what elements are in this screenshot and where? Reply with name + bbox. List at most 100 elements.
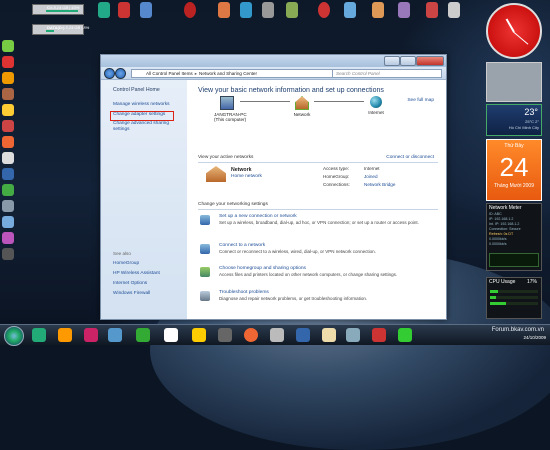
dock-icon[interactable] <box>372 2 384 18</box>
dock-icon[interactable] <box>448 2 460 18</box>
minimize-button[interactable] <box>384 56 400 66</box>
network-meter-title: Network Meter <box>489 205 522 211</box>
dock-icon[interactable] <box>2 168 14 180</box>
maximize-button[interactable] <box>400 56 416 66</box>
hp-wireless-link[interactable]: HP Wireless Assistant <box>113 271 160 276</box>
dock-icon[interactable] <box>426 2 438 18</box>
dock-icon[interactable] <box>2 216 14 228</box>
dock-icon[interactable] <box>318 2 330 18</box>
dock-icon[interactable] <box>2 136 14 148</box>
home-network-icon[interactable] <box>206 166 226 182</box>
dock-icon[interactable] <box>262 2 274 18</box>
dock-icon[interactable] <box>398 2 410 18</box>
taskbar-app-icon[interactable] <box>270 328 284 342</box>
dock-icon[interactable] <box>2 104 14 116</box>
dock-icon[interactable] <box>2 152 14 164</box>
page-title: View your basic network information and … <box>198 87 384 94</box>
close-button[interactable] <box>416 56 444 66</box>
taskbar-app-icon[interactable] <box>372 328 386 342</box>
task-title[interactable]: Choose homegroup and sharing options <box>219 266 306 271</box>
taskbar-app-icon[interactable] <box>136 328 150 342</box>
dock-icon[interactable] <box>184 2 196 18</box>
left-dock <box>2 40 16 310</box>
manage-wireless-link[interactable]: Manage wireless networks <box>113 102 170 107</box>
calendar-day: 24 <box>499 152 529 182</box>
taskbar-app-icon[interactable] <box>296 328 310 342</box>
dock-icon[interactable] <box>2 232 14 244</box>
breadcrumb-item[interactable]: Network and Sharing Center <box>199 71 257 76</box>
cpu-gadget[interactable]: CPU Usage 17% <box>486 277 542 319</box>
dock-icon[interactable] <box>2 248 14 260</box>
globe-icon <box>370 96 382 108</box>
task-title[interactable]: Set up a new connection or network <box>219 214 297 219</box>
window-titlebar[interactable] <box>101 55 446 67</box>
windows-firewall-link[interactable]: Windows Firewall <box>113 291 150 296</box>
divider <box>198 209 438 210</box>
dock-icon[interactable] <box>98 2 110 18</box>
map-node-label: Internet <box>368 110 384 115</box>
forward-button[interactable] <box>115 68 126 79</box>
taskbar-app-icon[interactable] <box>32 328 46 342</box>
taskbar-app-icon[interactable] <box>346 328 360 342</box>
taskbar-app-icon[interactable] <box>108 328 122 342</box>
change-adapter-link[interactable]: Change adapter settings <box>113 112 165 117</box>
dock-icon[interactable] <box>2 56 14 68</box>
task-homegroup[interactable]: Choose homegroup and sharing options Acc… <box>198 266 434 284</box>
task-title[interactable]: Connect to a network <box>219 243 265 248</box>
network-bridge-link[interactable]: Network Bridge <box>364 182 395 187</box>
dock-icon[interactable] <box>140 2 152 18</box>
drive-c-bar <box>46 10 78 12</box>
dock-icon[interactable] <box>2 40 14 52</box>
change-settings-heading: Change your networking settings <box>198 202 268 207</box>
dock-icon[interactable] <box>344 2 356 18</box>
task-troubleshoot[interactable]: Troubleshoot problems Diagnose and repai… <box>198 290 434 308</box>
drive-d-gauge[interactable]: DATA(D:) 5,24 GB | 8% <box>32 24 89 35</box>
breadcrumb-item[interactable]: All Control Panel Items <box>146 71 193 76</box>
map-node-computer: JANGTRAN-PC (This computer) <box>214 96 247 122</box>
calendar-weekday: Thứ Bảy <box>504 143 524 149</box>
network-name: Network <box>231 167 252 173</box>
search-input[interactable]: Search Control Panel <box>332 69 442 78</box>
drive-c-gauge[interactable]: C:\ 8,14 GB | 43% <box>32 4 84 15</box>
dock-icon[interactable] <box>286 2 298 18</box>
weather-gadget[interactable]: 23° 25°C 2° Hồ Chí Minh City <box>486 104 542 136</box>
homegroup-icon <box>200 267 210 277</box>
task-title[interactable]: Troubleshoot problems <box>219 290 269 295</box>
slideshow-gadget[interactable] <box>486 62 542 102</box>
taskbar-app-icon[interactable] <box>192 328 206 342</box>
task-connect-network[interactable]: Connect to a network Connect or reconnec… <box>198 243 434 261</box>
dock-icon[interactable] <box>2 120 14 132</box>
taskbar-app-icon[interactable] <box>244 328 258 342</box>
control-panel-home-link[interactable]: Control Panel Home <box>113 87 160 93</box>
start-button[interactable] <box>4 326 24 346</box>
access-type-row: Access type: Internet <box>323 166 380 171</box>
dock-icon[interactable] <box>2 88 14 100</box>
taskbar-app-icon[interactable] <box>58 328 72 342</box>
dock-icon[interactable] <box>218 2 230 18</box>
connect-disconnect-link[interactable]: Connect or disconnect <box>386 155 434 160</box>
homegroup-link[interactable]: HomeGroup <box>113 261 139 266</box>
taskbar-app-icon[interactable] <box>84 328 98 342</box>
dock-icon[interactable] <box>240 2 252 18</box>
dock-icon[interactable] <box>118 2 130 18</box>
dock-icon[interactable] <box>2 200 14 212</box>
clock-gadget[interactable] <box>486 3 542 59</box>
active-network-panel: Network Home network Access type: Interne… <box>198 162 434 192</box>
internet-options-link[interactable]: Internet Options <box>113 281 147 286</box>
home-network-icon <box>295 96 309 110</box>
calendar-gadget[interactable]: Thứ Bảy 24 Tháng Mười 2009 <box>486 139 542 201</box>
dock-icon[interactable] <box>2 184 14 196</box>
connect-icon <box>200 244 210 254</box>
dock-icon[interactable] <box>2 72 14 84</box>
homegroup-link[interactable]: Joined <box>364 174 378 179</box>
breadcrumb[interactable]: All Control Panel Items ▸ Network and Shar… <box>131 69 342 78</box>
taskbar-app-icon[interactable] <box>218 328 232 342</box>
back-button[interactable] <box>104 68 115 79</box>
network-type-link[interactable]: Home network <box>231 174 262 179</box>
taskbar-app-icon[interactable] <box>164 328 178 342</box>
network-meter-gadget[interactable]: Network Meter ID: ABC IP: 192.168.1.2 In… <box>486 203 542 271</box>
taskbar-app-icon[interactable] <box>398 328 412 342</box>
taskbar-app-icon[interactable] <box>322 328 336 342</box>
change-advanced-sharing-link[interactable]: Change advanced sharing settings <box>113 121 183 133</box>
task-setup-connection[interactable]: Set up a new connection or network Set u… <box>198 214 434 238</box>
